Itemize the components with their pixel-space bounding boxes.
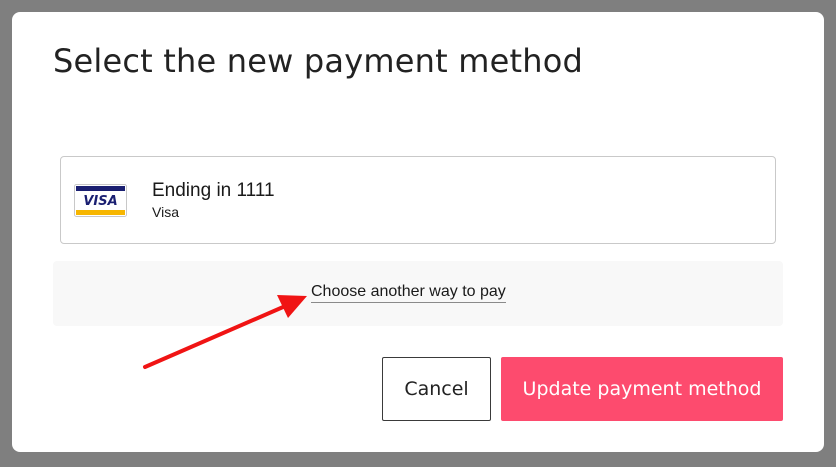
saved-card-option[interactable]: VISA Ending in 1111 Visa: [60, 156, 776, 244]
visa-card-icon: VISA: [74, 184, 127, 217]
update-payment-method-button[interactable]: Update payment method: [501, 357, 783, 421]
card-ending-label: Ending in 1111: [152, 180, 275, 201]
cancel-button[interactable]: Cancel: [382, 357, 491, 421]
visa-logo-text: VISA: [83, 194, 117, 209]
dialog-title: Select the new payment method: [53, 42, 583, 80]
choose-another-way-link[interactable]: Choose another way to pay: [311, 282, 506, 303]
card-details: Ending in 1111 Visa: [152, 179, 275, 221]
payment-method-dialog: Select the new payment method VISA Endin…: [12, 12, 824, 452]
alternative-payment-panel: Choose another way to pay: [53, 261, 783, 326]
card-brand-label: Visa: [152, 204, 179, 220]
